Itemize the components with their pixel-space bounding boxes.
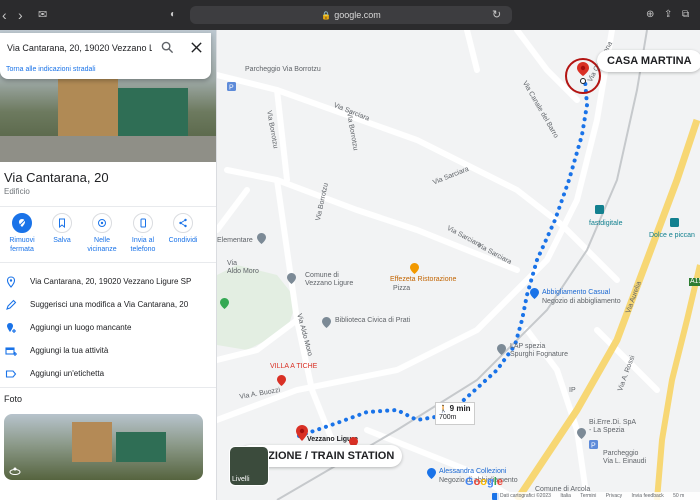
search-icon[interactable] [161, 41, 174, 54]
destination-banner: CASA MARTINA [597, 50, 700, 72]
stop-pin-icon [18, 219, 26, 227]
nearby-icon [98, 219, 106, 227]
phone-icon [140, 218, 146, 228]
lodging-pin-icon[interactable] [277, 375, 286, 386]
map-scale[interactable]: 50 m [673, 493, 684, 499]
shop-icon[interactable] [670, 218, 679, 227]
poi-school[interactable]: Elementare [217, 237, 253, 245]
lock-icon: 🔒 [321, 11, 332, 20]
info-row-add-place[interactable]: Aggiungi un luogo mancante [0, 319, 216, 339]
nearby-button[interactable]: Nelle vicinanze [82, 213, 122, 254]
poi-alessandra[interactable]: Alessandra Collezioni [439, 468, 506, 476]
close-icon[interactable] [190, 41, 203, 54]
poi-fastdigitale[interactable]: fastdigitale [589, 220, 622, 228]
street-view-photo[interactable] [4, 414, 203, 480]
route-duration-callout[interactable]: 🚶 9 min 700m [435, 402, 475, 425]
route-distance: 700m [439, 414, 457, 421]
privacy-shield-icon[interactable]: ◐ [170, 6, 176, 24]
search-box: Torna alle indicazioni stradali [0, 33, 211, 79]
poi-parking-borrotzu[interactable]: Parcheggio Via Borrotzu [245, 66, 321, 74]
edit-icon [6, 299, 17, 310]
remove-stop-button[interactable]: Rimuovi fermata [2, 213, 42, 254]
tabs-icon[interactable]: ⧉ [682, 6, 689, 24]
poi-lap-spezia[interactable]: LAP spezia Spurghi Fognature [510, 343, 568, 359]
poi-library[interactable]: Biblioteca Civica di Prati [335, 317, 410, 325]
poi-parking-einaudi[interactable]: Parcheggio Via L. Einaudi [603, 450, 646, 466]
search-input[interactable] [7, 40, 152, 56]
privacy-link[interactable]: Privacy [606, 493, 622, 499]
poi-dolce[interactable]: Dolce e piccan [649, 232, 695, 240]
place-title: Via Cantarana, 20 [4, 170, 109, 185]
send-to-phone-button[interactable]: Invia al telefono [123, 213, 163, 254]
location-pin-icon [6, 276, 16, 288]
service-pin-icon[interactable] [497, 344, 506, 355]
add-place-icon [7, 323, 16, 333]
region-link[interactable]: Italia [560, 493, 571, 499]
layers-label: Livelli [232, 476, 250, 483]
poi-town-hall[interactable]: Comune di Vezzano Ligure [305, 272, 353, 288]
route-time: 9 min [449, 404, 471, 413]
town-hall-pin-icon[interactable] [287, 273, 296, 284]
library-pin-icon[interactable] [322, 317, 331, 328]
layers-button[interactable]: Livelli [229, 446, 269, 486]
poi-ip[interactable]: IP [569, 387, 576, 395]
info-row-suggest-edit[interactable]: Suggerisci una modifica a Via Cantarana,… [0, 296, 216, 316]
download-icon[interactable]: ⊕ [646, 6, 654, 24]
info-row-add-business[interactable]: Aggiungi la tua attività [0, 342, 216, 362]
school-pin-icon[interactable] [257, 233, 266, 244]
google-logo: Google [465, 476, 503, 488]
business-pin-icon[interactable] [577, 428, 586, 439]
bookmark-icon [59, 218, 65, 228]
poi-bierre[interactable]: Bi.Erre.Di. SpA - La Spezia [589, 419, 636, 435]
share-button[interactable]: Condividi [163, 213, 203, 245]
mail-icon[interactable]: ✉ [38, 6, 47, 24]
start-location-pin-icon[interactable] [296, 425, 308, 441]
address-bar-url: google.com [334, 10, 381, 20]
poi-abbigliamento-type: Negozio di abbigliamento [542, 298, 621, 305]
divider [0, 387, 216, 388]
info-row-address[interactable]: Via Cantarana, 20, 19020 Vezzano Ligure … [0, 273, 216, 293]
place-panel: Torna alle indicazioni stradali Via Cant… [0, 30, 217, 500]
browser-chrome: ‹ › ✉ ◐ 🔒 google.com ↻ ⊕ ⇪ ⧉ [0, 0, 700, 30]
poi-effezeta[interactable]: Effezeta Ristorazione [390, 276, 456, 284]
info-row-add-label[interactable]: Aggiungi un'etichetta [0, 365, 216, 385]
place-type: Edificio [4, 187, 30, 196]
share-page-icon[interactable]: ⇪ [664, 6, 672, 24]
address-bar[interactable]: 🔒 google.com [190, 6, 512, 24]
reload-icon[interactable]: ↻ [492, 6, 501, 24]
terms-link[interactable]: Termini [580, 493, 596, 499]
green-pin-icon[interactable] [220, 298, 229, 309]
label-icon [5, 370, 17, 378]
parking-icon[interactable]: P [589, 440, 598, 449]
back-to-directions-link[interactable]: Torna alle indicazioni stradali [6, 66, 96, 73]
walking-person-icon: 🚶 [439, 406, 448, 413]
clothing-pin-icon[interactable] [530, 288, 539, 299]
shop-icon[interactable] [595, 205, 604, 214]
svg-text:P: P [229, 85, 234, 92]
add-business-icon [5, 347, 17, 356]
save-button[interactable]: Salva [42, 213, 82, 245]
poi-villa-a-tiche[interactable]: VILLA A TICHE [270, 363, 317, 371]
forward-arrow-icon[interactable]: › [18, 6, 23, 24]
destination-pin-icon[interactable] [577, 62, 589, 84]
street-view-360-icon [9, 467, 21, 475]
photos-section-title: Foto [4, 394, 23, 404]
map-footer: Dati cartografici ©2023 Italia Termini P… [497, 492, 700, 500]
poi-effezeta-type: Pizza [393, 285, 411, 292]
divider [0, 262, 216, 263]
svg-text:P: P [591, 443, 596, 450]
poi-abbigliamento[interactable]: Abbigliamento Casual [542, 289, 610, 297]
back-arrow-icon[interactable]: ‹ [2, 6, 7, 24]
restaurant-pin-icon[interactable] [410, 263, 419, 274]
poi-school-street[interactable]: Via Aldo Moro [227, 260, 259, 276]
map-canvas[interactable]: Via Sarciara Via Sarciara Via Sarciara V… [217, 30, 700, 500]
parking-icon[interactable]: P [227, 82, 236, 91]
feedback-link[interactable]: Invia feedback [632, 493, 664, 499]
clothing-pin-icon[interactable] [427, 468, 436, 479]
highway-shield-a15: A15 [689, 278, 700, 286]
map-data-credit: Dati cartografici ©2023 [500, 493, 551, 499]
divider [0, 206, 216, 207]
share-icon [179, 218, 187, 228]
